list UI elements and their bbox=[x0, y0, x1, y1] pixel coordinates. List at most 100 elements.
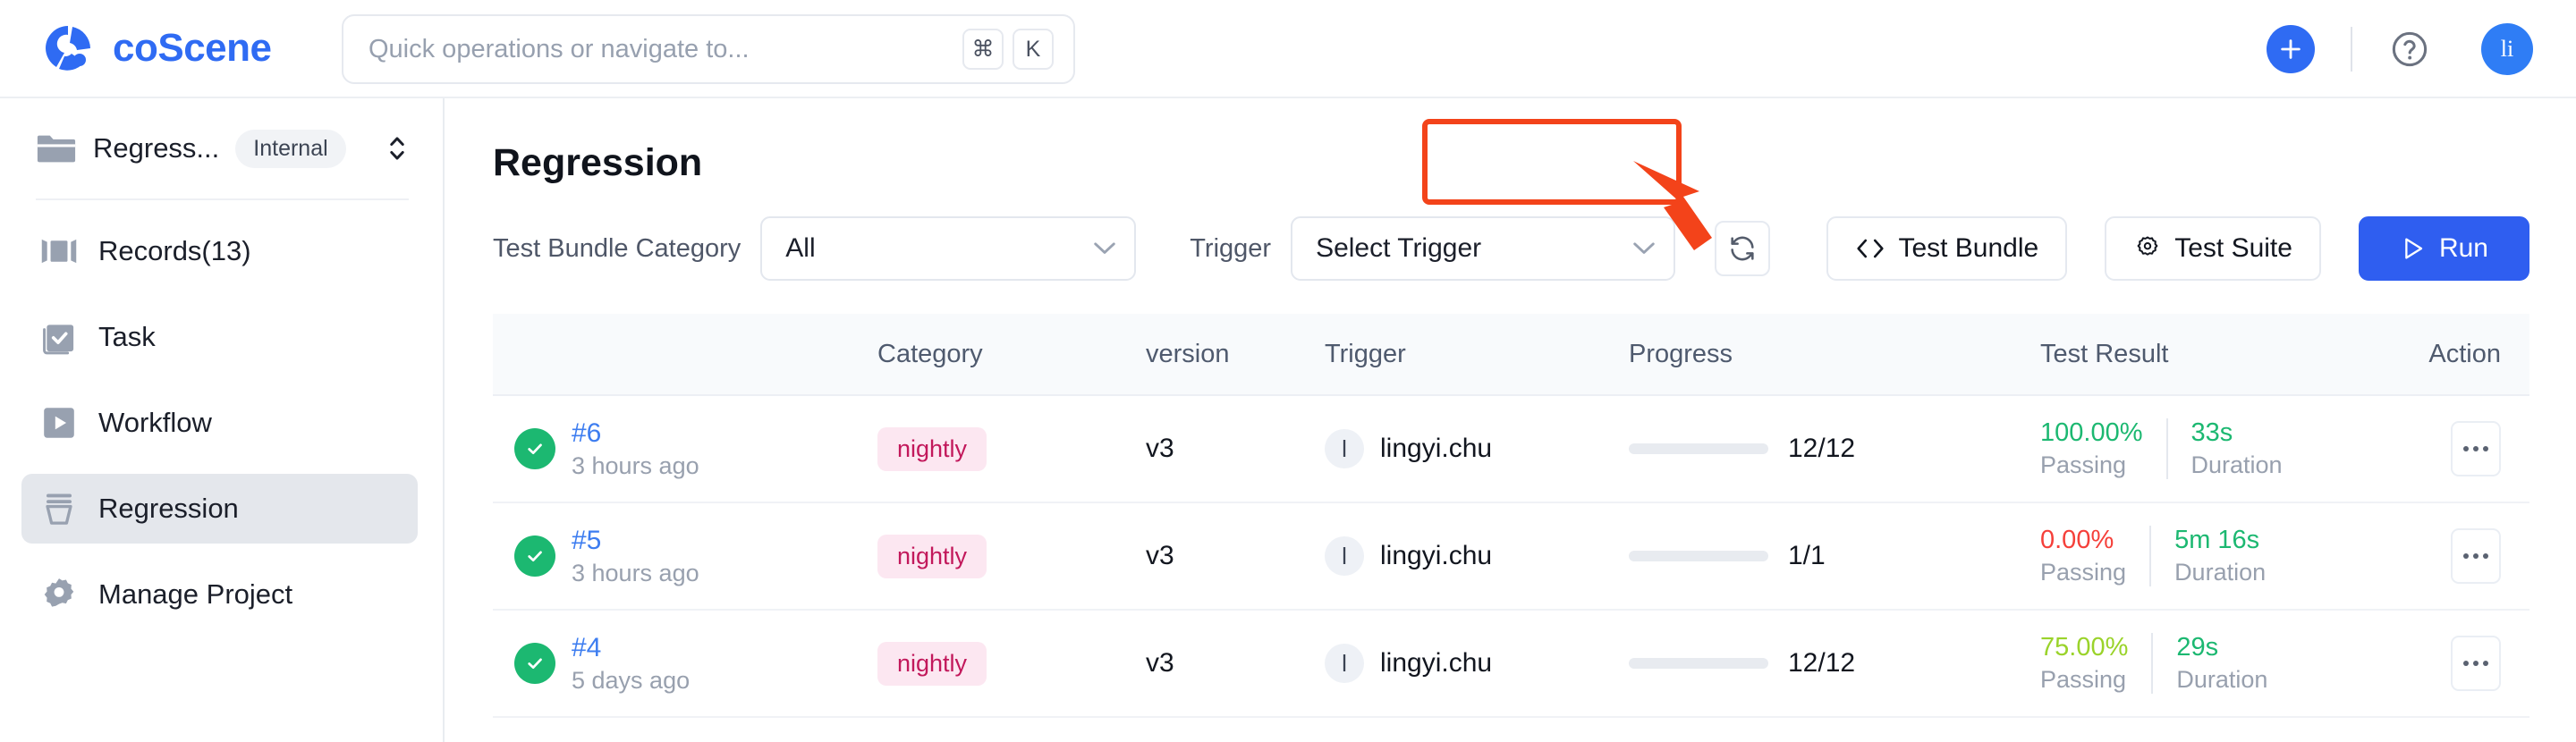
sidebar-item-label: Workflow bbox=[98, 407, 212, 438]
project-name: Regress... bbox=[93, 132, 220, 164]
trigger-name: lingyi.chu bbox=[1380, 434, 1493, 463]
test-suite-button[interactable]: Test Suite bbox=[2105, 216, 2321, 281]
visibility-badge: Internal bbox=[235, 129, 346, 168]
test-bundle-button[interactable]: Test Bundle bbox=[1826, 216, 2068, 281]
column-header-trigger: Trigger bbox=[1325, 339, 1406, 368]
run-timestamp: 3 hours ago bbox=[572, 451, 699, 479]
row-actions-button[interactable] bbox=[2451, 421, 2501, 476]
progress-bar bbox=[1629, 443, 1768, 454]
code-brackets-icon bbox=[1855, 237, 1885, 260]
trigger-filter-label: Trigger bbox=[1190, 233, 1272, 263]
chevron-down-icon bbox=[1093, 241, 1116, 256]
duration-block: 5m 16s Duration bbox=[2149, 526, 2266, 586]
passing-block: 100.00% Passing bbox=[2040, 418, 2143, 479]
refresh-icon bbox=[1731, 236, 1754, 261]
trigger-cell: l lingyi.chu bbox=[1325, 429, 1629, 468]
search-placeholder: Quick operations or navigate to... bbox=[369, 34, 750, 63]
progress-cell: 1/1 bbox=[1629, 541, 2040, 571]
run-timestamp: 5 days ago bbox=[572, 666, 691, 694]
test-result-cell: 100.00% Passing 33s Duration bbox=[2040, 418, 2380, 479]
table-row[interactable]: #6 3 hours ago nightly v3 l lingyi.chu 1… bbox=[493, 396, 2529, 503]
trigger-name: lingyi.chu bbox=[1380, 541, 1493, 570]
run-id-link[interactable]: #6 bbox=[572, 418, 699, 449]
check-circle-icon bbox=[514, 643, 555, 684]
header-divider bbox=[2351, 27, 2352, 72]
add-button[interactable] bbox=[2267, 25, 2315, 73]
run-cell: #4 5 days ago bbox=[493, 633, 877, 695]
omnibox-search[interactable]: Quick operations or navigate to... ⌘ K bbox=[342, 14, 1075, 84]
sidebar-nav: Records(13) Task Workflow Regression Man… bbox=[0, 216, 443, 629]
help-button[interactable] bbox=[2388, 28, 2431, 71]
avatar: l bbox=[1325, 644, 1364, 683]
category-cell: nightly bbox=[877, 641, 1146, 686]
table-row[interactable]: #5 3 hours ago nightly v3 l lingyi.chu 1… bbox=[493, 503, 2529, 611]
gear-icon bbox=[39, 575, 79, 614]
check-circle-icon bbox=[514, 428, 555, 469]
filter-toolbar: Test Bundle Category All Trigger Select … bbox=[493, 215, 2529, 282]
question-circle-icon bbox=[2392, 31, 2428, 67]
kbd-k: K bbox=[1013, 29, 1054, 70]
refresh-button[interactable] bbox=[1715, 221, 1771, 276]
run-timestamp: 3 hours ago bbox=[572, 559, 699, 586]
run-button[interactable]: Run bbox=[2358, 216, 2529, 281]
chevron-down-icon bbox=[1632, 241, 1656, 256]
column-header-category: Category bbox=[877, 339, 983, 368]
user-avatar[interactable]: li bbox=[2481, 23, 2533, 75]
sidebar-item-regression[interactable]: Regression bbox=[21, 474, 418, 544]
ellipsis-icon bbox=[2463, 553, 2469, 559]
action-cell bbox=[2380, 636, 2529, 691]
passing-value: 75.00% bbox=[2040, 633, 2129, 662]
header-actions: li bbox=[2267, 0, 2533, 98]
progress-cell: 12/12 bbox=[1629, 648, 2040, 679]
trigger-select[interactable]: Select Trigger bbox=[1291, 216, 1676, 281]
brand-name: coScene bbox=[113, 26, 272, 70]
table-row[interactable]: #4 5 days ago nightly v3 l lingyi.chu 12… bbox=[493, 611, 2529, 718]
trigger-cell: l lingyi.chu bbox=[1325, 536, 1629, 576]
category-filter-label: Test Bundle Category bbox=[493, 233, 741, 263]
ellipsis-icon bbox=[2463, 446, 2469, 451]
action-cell bbox=[2380, 421, 2529, 476]
sidebar-item-manage-project[interactable]: Manage Project bbox=[21, 560, 418, 629]
kbd-cmd: ⌘ bbox=[962, 29, 1004, 70]
category-cell: nightly bbox=[877, 426, 1146, 471]
passing-value: 0.00% bbox=[2040, 526, 2114, 554]
run-meta: #4 5 days ago bbox=[572, 633, 690, 695]
project-switcher[interactable]: Regress... Internal bbox=[0, 116, 443, 181]
run-id-link[interactable]: #4 bbox=[572, 633, 690, 663]
run-id-link[interactable]: #5 bbox=[572, 526, 699, 556]
column-header-version: version bbox=[1146, 339, 1230, 368]
row-actions-button[interactable] bbox=[2451, 636, 2501, 691]
version-cell: v3 bbox=[1146, 648, 1174, 678]
test-result-cell: 0.00% Passing 5m 16s Duration bbox=[2040, 526, 2380, 586]
run-meta: #5 3 hours ago bbox=[572, 526, 699, 587]
duration-value: 29s bbox=[2176, 633, 2219, 662]
sidebar-item-workflow[interactable]: Workflow bbox=[21, 388, 418, 458]
sidebar-item-task[interactable]: Task bbox=[21, 302, 418, 372]
page-title: Regression bbox=[493, 141, 703, 184]
version-cell: v3 bbox=[1146, 541, 1174, 570]
sidebar-item-records[interactable]: Records(13) bbox=[21, 216, 418, 286]
duration-block: 29s Duration bbox=[2151, 633, 2267, 694]
category-badge: nightly bbox=[877, 534, 987, 578]
avatar: l bbox=[1325, 429, 1364, 468]
test-result-cell: 75.00% Passing 29s Duration bbox=[2040, 633, 2380, 694]
row-actions-button[interactable] bbox=[2451, 528, 2501, 584]
category-select[interactable]: All bbox=[760, 216, 1137, 281]
chevron-up-down-icon[interactable] bbox=[386, 131, 409, 165]
category-badge: nightly bbox=[877, 426, 987, 471]
run-cell: #5 3 hours ago bbox=[493, 526, 877, 587]
passing-label: Passing bbox=[2040, 666, 2127, 693]
coscene-logo-icon bbox=[46, 26, 90, 71]
folder-icon bbox=[37, 135, 76, 163]
version-cell: v3 bbox=[1146, 434, 1174, 463]
brand[interactable]: coScene bbox=[43, 23, 272, 73]
progress-text: 12/12 bbox=[1788, 434, 1856, 463]
passing-block: 75.00% Passing bbox=[2040, 633, 2128, 694]
test-suite-label: Test Suite bbox=[2174, 233, 2292, 263]
column-header-progress: Progress bbox=[1629, 339, 1733, 368]
passing-value: 100.00% bbox=[2040, 418, 2143, 447]
run-label: Run bbox=[2438, 233, 2488, 263]
play-square-icon bbox=[39, 403, 79, 443]
main-content: Regression Test Bundle Category All Trig… bbox=[446, 98, 2576, 742]
duration-label: Duration bbox=[2190, 451, 2283, 478]
